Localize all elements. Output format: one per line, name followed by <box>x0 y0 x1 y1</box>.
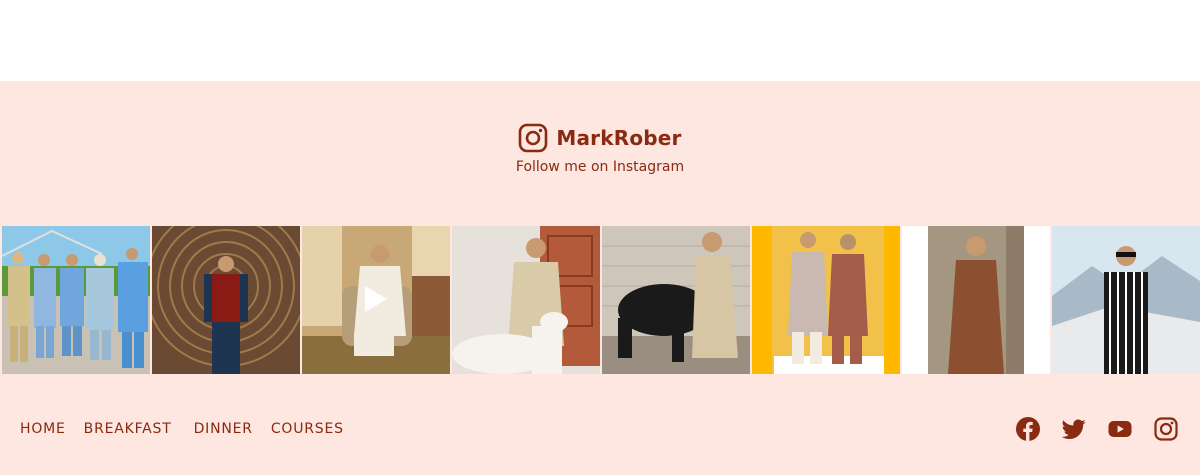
instagram-icon[interactable] <box>1154 417 1178 441</box>
photo-striped-shirt[interactable] <box>1052 226 1200 374</box>
photo-brown-suit[interactable] <box>902 226 1050 374</box>
play-icon[interactable] <box>365 286 387 312</box>
footer-nav: HOME BREAKFAST DINNER COURSES <box>20 421 362 437</box>
instagram-handle[interactable]: MarkRober <box>556 126 681 150</box>
youtube-icon[interactable] <box>1108 417 1132 441</box>
twitter-icon[interactable] <box>1062 417 1086 441</box>
nav-dinner-link[interactable]: DINNER <box>194 421 253 437</box>
photo-two-men-yellow[interactable] <box>752 226 900 374</box>
photo-lamb[interactable] <box>452 226 600 374</box>
footer: MarkRober Follow me on Instagram HOME BR… <box>0 81 1200 475</box>
instagram-title-row[interactable]: MarkRober <box>0 123 1200 153</box>
photo-group[interactable] <box>2 226 150 374</box>
photo-seated-video[interactable] <box>302 226 450 374</box>
instagram-subtitle: Follow me on Instagram <box>515 159 685 175</box>
nav-breakfast-link[interactable]: BREAKFAST <box>84 421 172 437</box>
top-blank-area <box>0 0 1200 81</box>
nav-home-link[interactable]: HOME <box>20 421 66 437</box>
social-links <box>1016 417 1178 441</box>
nav-courses-link[interactable]: COURSES <box>271 421 344 437</box>
photo-buffalo[interactable] <box>602 226 750 374</box>
facebook-icon[interactable] <box>1016 417 1040 441</box>
photo-red-vest[interactable] <box>152 226 300 374</box>
instagram-icon <box>519 123 548 153</box>
instagram-photo-strip <box>0 226 1200 374</box>
instagram-header: MarkRober Follow me on Instagram <box>0 123 1200 175</box>
